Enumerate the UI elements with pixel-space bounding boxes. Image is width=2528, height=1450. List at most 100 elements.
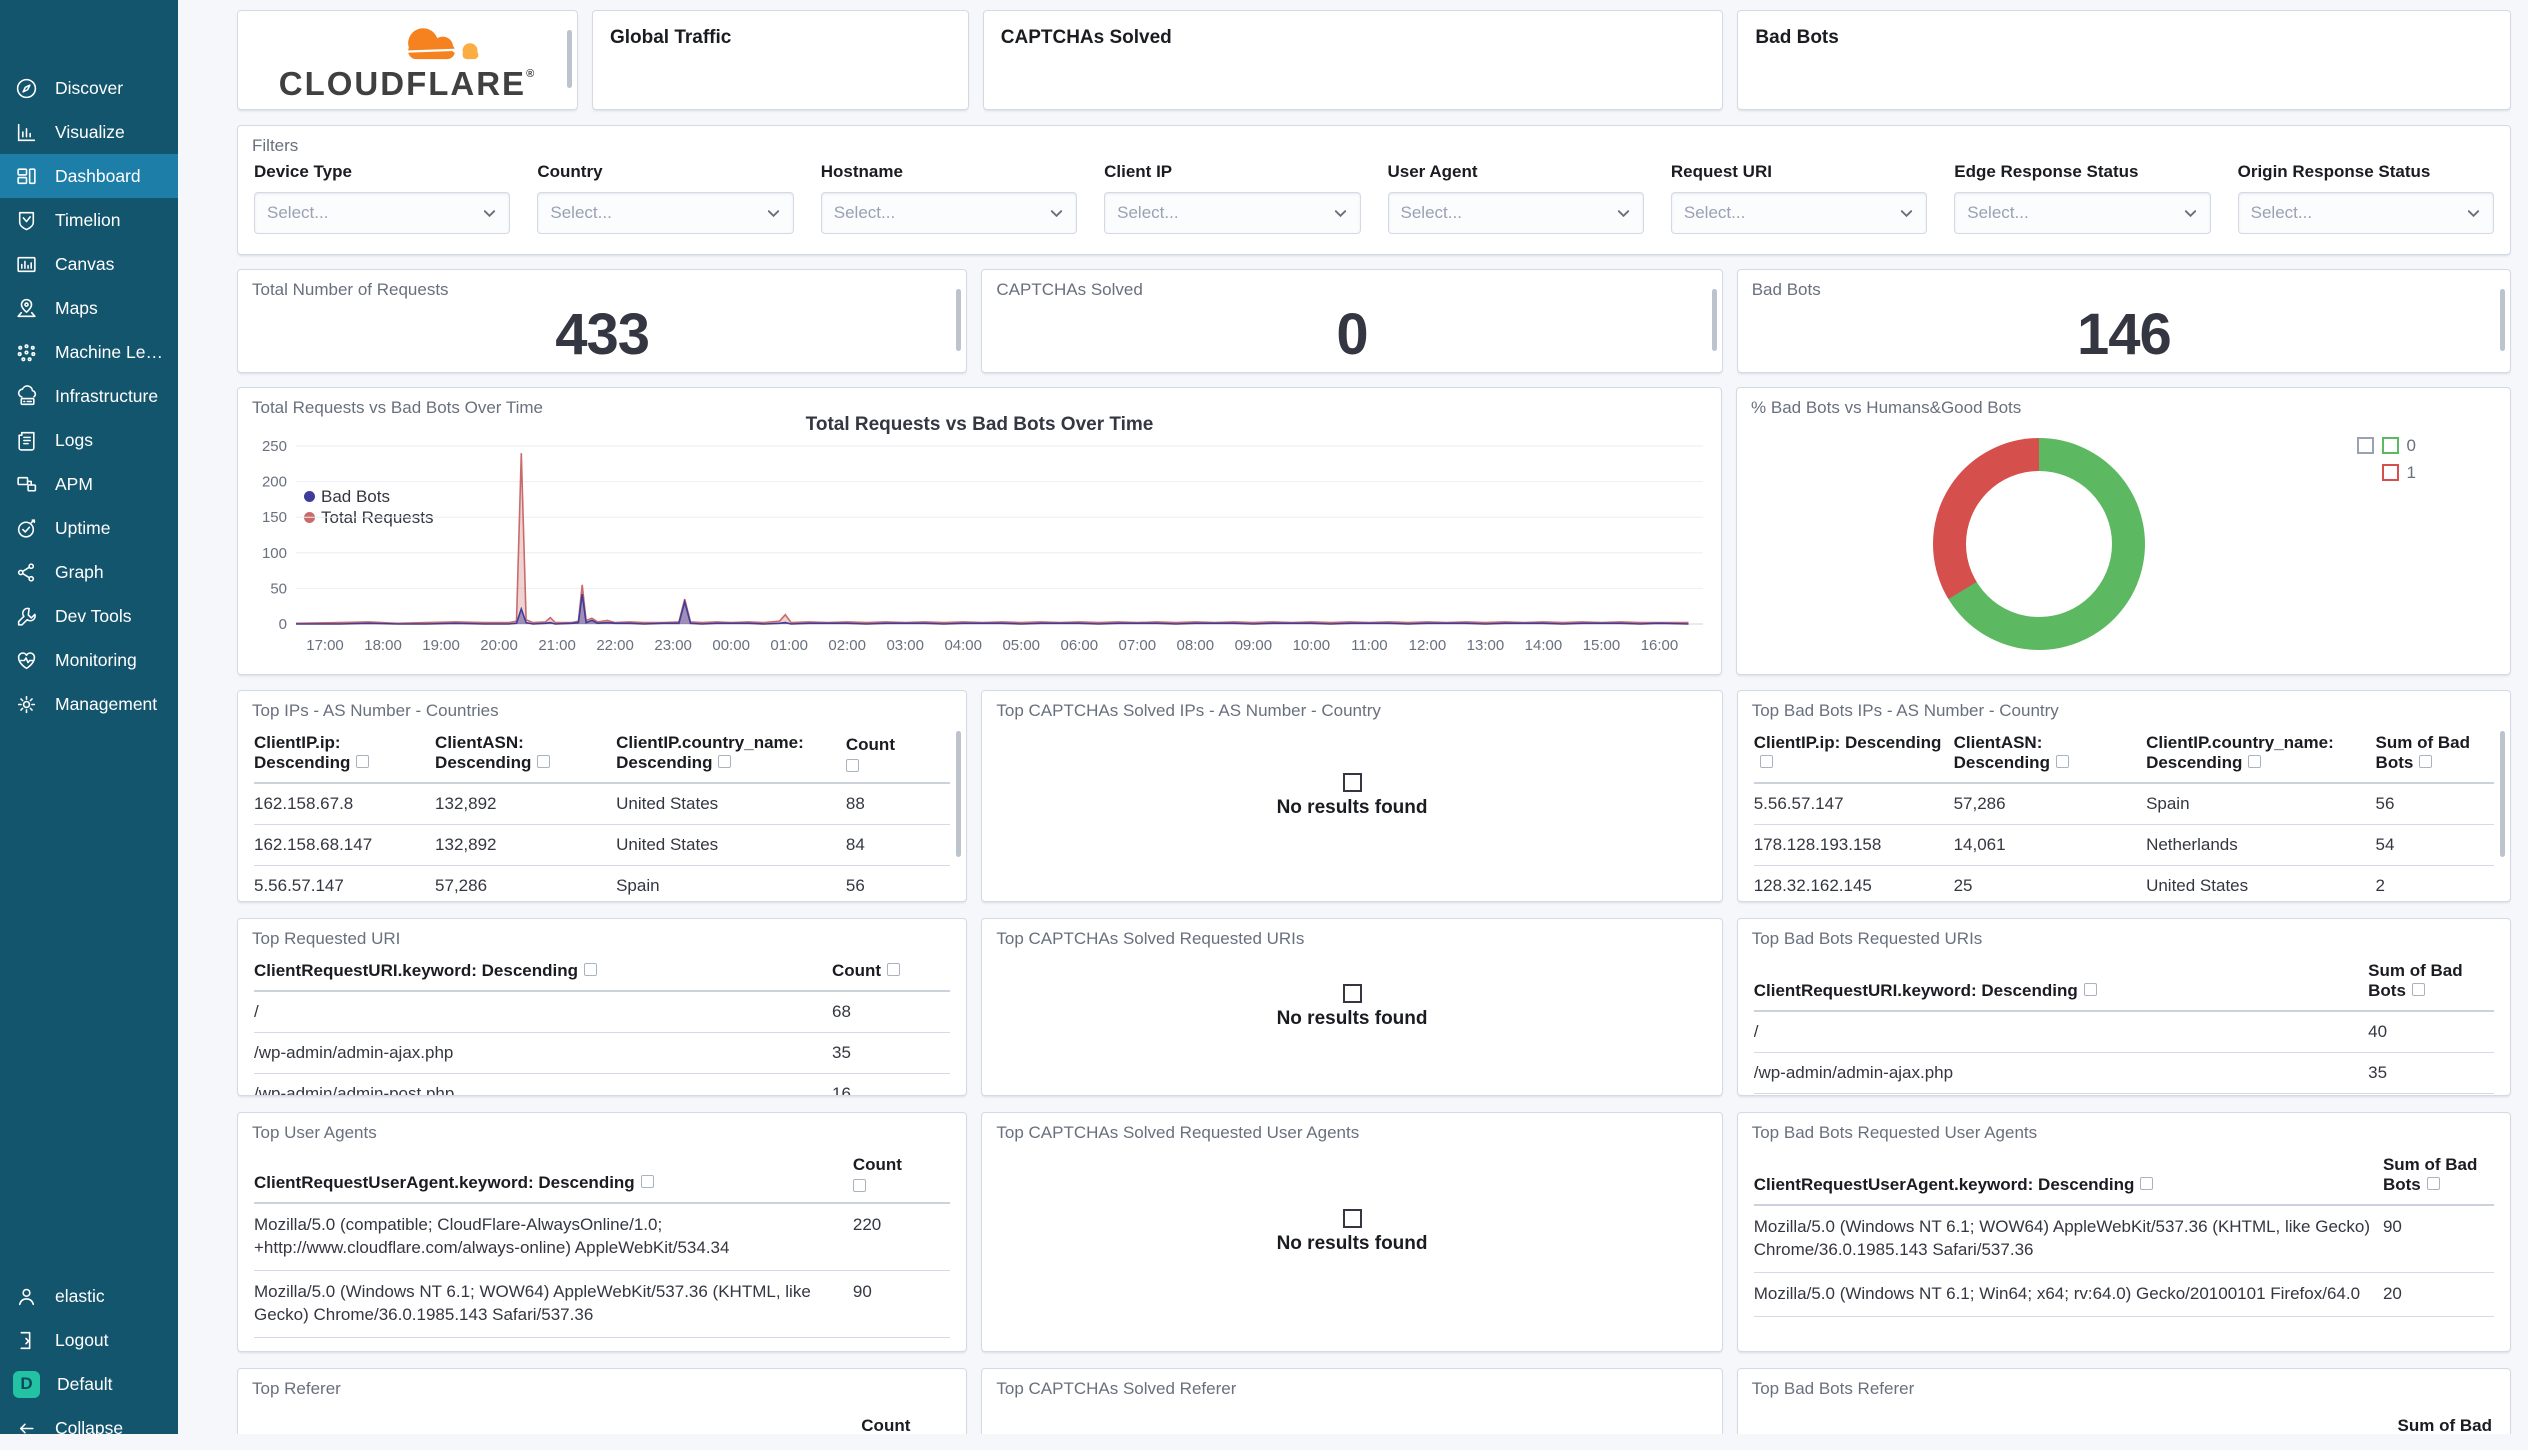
column-header[interactable]: Sum of Bad bbox=[2398, 1416, 2492, 1434]
column-header[interactable]: Sum of Bad Bots bbox=[2382, 1147, 2494, 1206]
svg-text:08:00: 08:00 bbox=[1177, 637, 1215, 654]
donut-chart[interactable] bbox=[1933, 438, 2146, 650]
column-header[interactable]: ClientIP.country_name: Descending bbox=[616, 725, 846, 784]
sidebar-item-maps[interactable]: Maps bbox=[0, 286, 178, 330]
country-select[interactable]: Select... bbox=[537, 192, 794, 234]
metric-bad-bots-panel: Bad Bots 146 bbox=[1736, 269, 2511, 373]
registered-mark: ® bbox=[526, 67, 537, 80]
sidebar-item-canvas[interactable]: Canvas bbox=[0, 242, 178, 286]
timelion-icon bbox=[18, 211, 35, 230]
sidebar-item-label: Collapse bbox=[55, 1417, 124, 1438]
column-header[interactable]: ClientIP.ip: Descending bbox=[254, 725, 436, 784]
column-header[interactable]: Count bbox=[861, 1416, 910, 1434]
table-cell: 54 bbox=[2375, 824, 2494, 866]
sidebar-item-label: Discover bbox=[55, 77, 124, 98]
sidebar-item-elastic[interactable]: elastic bbox=[0, 1274, 178, 1318]
column-header[interactable]: ClientRequestURI.keyword: Descending bbox=[254, 953, 832, 992]
space-default-badge: D bbox=[13, 1370, 40, 1398]
column-header[interactable]: Sum of Bad Bots bbox=[2375, 725, 2494, 784]
panel-scrollbar[interactable] bbox=[956, 289, 962, 351]
user-agent-select[interactable]: Select... bbox=[1387, 192, 1644, 234]
sidebar-item-logs[interactable]: Logs bbox=[0, 418, 178, 462]
column-header[interactable]: Count bbox=[831, 953, 951, 992]
sidebar-item-dashboard[interactable]: Dashboard bbox=[0, 154, 178, 198]
sidebar-item-visualize[interactable]: Visualize bbox=[0, 110, 178, 154]
top-user-agents-table: ClientRequestUserAgent.keyword: Descendi… bbox=[254, 1147, 951, 1338]
column-header[interactable]: ClientASN: Descending bbox=[1953, 725, 2147, 784]
no-results-icon bbox=[1342, 984, 1362, 1003]
logs-icon bbox=[18, 431, 35, 451]
table-row: Mozilla/5.0 (Windows NT 6.1; WOW64) Appl… bbox=[1753, 1205, 2494, 1273]
top-uri-panel: Top Requested URI ClientRequestURI.keywo… bbox=[237, 918, 968, 1096]
table-cell: 35 bbox=[2368, 1052, 2494, 1094]
column-header[interactable]: ClientIP.country_name: Descending bbox=[2146, 725, 2376, 784]
sidebar-item-discover[interactable]: Discover bbox=[0, 66, 178, 110]
svg-text:21:00: 21:00 bbox=[538, 637, 576, 654]
sidebar-item-management[interactable]: Management bbox=[0, 682, 178, 726]
column-header[interactable]: ClientIP.ip: Descending bbox=[1753, 725, 1954, 784]
panel-scrollbar[interactable] bbox=[1711, 289, 1717, 351]
table-cell: Mozilla/5.0 (compatible; CloudFlare-Alwa… bbox=[254, 1203, 853, 1271]
select-placeholder: Select... bbox=[267, 203, 329, 222]
sidebar-item-machine-le[interactable]: Machine Le… bbox=[0, 330, 178, 374]
svg-text:03:00: 03:00 bbox=[886, 637, 924, 654]
monitoring-icon bbox=[17, 651, 36, 669]
metric-title: Total Number of Requests bbox=[252, 280, 449, 299]
hostname-select[interactable]: Select... bbox=[820, 192, 1078, 234]
column-header[interactable]: ClientRequestUserAgent.keyword: Descendi… bbox=[1753, 1147, 2383, 1206]
column-header[interactable]: Count bbox=[852, 1147, 951, 1204]
svg-text:10:00: 10:00 bbox=[1293, 637, 1331, 654]
sidebar-item-default[interactable]: D Default bbox=[0, 1362, 178, 1406]
sidebar-item-monitoring[interactable]: Monitoring bbox=[0, 638, 178, 682]
sidebar-item-graph[interactable]: Graph bbox=[0, 550, 178, 594]
panel-scrollbar[interactable] bbox=[2500, 730, 2505, 857]
device-type-select[interactable]: Select... bbox=[254, 192, 511, 234]
bad-bot-ips-panel: Top Bad Bots IPs - AS Number - Country C… bbox=[1736, 690, 2511, 902]
sort-icon bbox=[852, 1179, 866, 1192]
svg-text:06:00: 06:00 bbox=[1061, 637, 1099, 654]
request-uri-select[interactable]: Select... bbox=[1670, 192, 1928, 234]
table-cell: / bbox=[254, 991, 832, 1033]
panel-scrollbar[interactable] bbox=[2500, 289, 2505, 351]
table-cell: Mozilla/5.0 (Windows NT 6.1; WOW64) Appl… bbox=[254, 1270, 853, 1338]
svg-text:150: 150 bbox=[262, 509, 287, 526]
cloudflare-logo: CLOUDFLARE® bbox=[238, 11, 577, 109]
sidebar-item-timelion[interactable]: Timelion bbox=[0, 198, 178, 242]
panel-scrollbar[interactable] bbox=[956, 730, 962, 857]
select-placeholder: Select... bbox=[550, 203, 612, 222]
legend-swatch-1 bbox=[2381, 464, 2399, 481]
legend-item[interactable]: 1 bbox=[2357, 459, 2416, 486]
sidebar-item-apm[interactable]: APM bbox=[0, 462, 178, 506]
svg-text:200: 200 bbox=[262, 474, 287, 491]
captcha-referer-panel: Top CAPTCHAs Solved Referer bbox=[981, 1368, 1723, 1434]
select-placeholder: Select... bbox=[1967, 203, 2029, 222]
sidebar-item-label: Infrastructure bbox=[55, 385, 159, 406]
origin-response-status-select[interactable]: Select... bbox=[2237, 192, 2494, 234]
sidebar-item-collapse[interactable]: Collapse bbox=[0, 1406, 178, 1450]
table-cell: 68 bbox=[831, 991, 951, 1033]
legend-item[interactable]: 0 bbox=[2356, 432, 2416, 459]
maps-icon bbox=[17, 298, 36, 317]
table-cell: 162.158.67.8 bbox=[254, 783, 436, 825]
column-header[interactable]: ClientRequestUserAgent.keyword: Descendi… bbox=[254, 1147, 853, 1204]
svg-text:12:00: 12:00 bbox=[1409, 637, 1447, 654]
edge-response-status-select[interactable]: Select... bbox=[1954, 192, 2211, 234]
panel-title: Top IPs - AS Number - Countries bbox=[252, 701, 499, 720]
svg-text:0: 0 bbox=[279, 616, 287, 633]
sidebar-item-logout[interactable]: Logout bbox=[0, 1318, 178, 1362]
table-cell: 84 bbox=[845, 824, 951, 866]
sidebar-item-label: APM bbox=[55, 473, 93, 494]
column-header[interactable]: ClientRequestURI.keyword: Descending bbox=[1753, 953, 2369, 1012]
column-header[interactable]: Count bbox=[845, 725, 951, 784]
metric-value: 146 bbox=[2076, 302, 2172, 367]
sidebar-item-dev-tools[interactable]: Dev Tools bbox=[0, 594, 178, 638]
sort-icon bbox=[640, 1175, 654, 1188]
column-header[interactable]: Sum of Bad Bots bbox=[2368, 953, 2494, 1012]
sidebar-item-uptime[interactable]: Uptime bbox=[0, 506, 178, 550]
client-ip-select[interactable]: Select... bbox=[1104, 192, 1361, 234]
sidebar-item-infrastructure[interactable]: Infrastructure bbox=[0, 374, 178, 418]
sidebar-item-label: Uptime bbox=[55, 517, 111, 538]
table-cell: 88 bbox=[845, 783, 951, 825]
panel-scrollbar[interactable] bbox=[566, 29, 572, 89]
column-header[interactable]: ClientASN: Descending bbox=[435, 725, 617, 784]
